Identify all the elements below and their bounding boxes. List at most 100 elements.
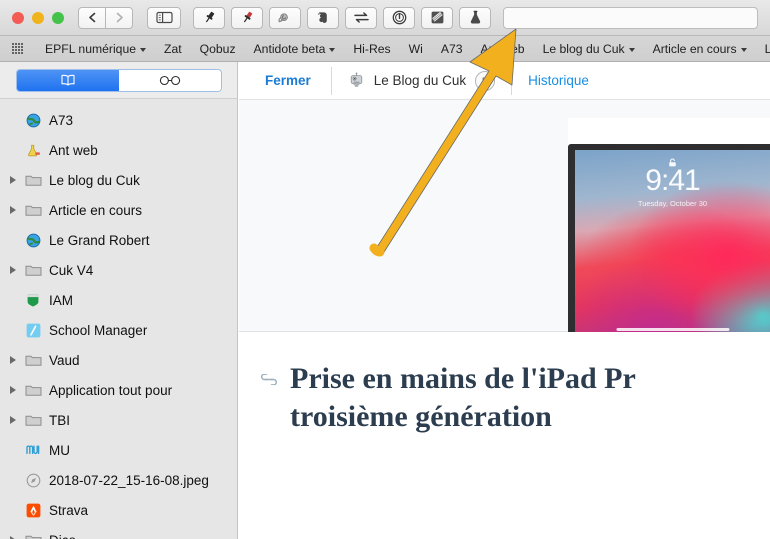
evernote-elephant-icon-button[interactable] [307,6,339,29]
sidebar-item-dico[interactable]: Dico [0,525,237,539]
close-reader-label: Fermer [265,73,311,88]
bookmark-zat[interactable]: Zat [155,42,191,56]
bookmark-wi[interactable]: Wi [400,42,432,56]
bookmark-hi-res[interactable]: Hi-Res [344,42,399,56]
sidebar-item-label: Le blog du Cuk [49,172,140,188]
sidebar-item-le-grand-robert[interactable]: Le Grand Robert [0,225,237,255]
bookmark-article-en-cours[interactable]: Article en cours [644,42,756,56]
disclosure-triangle[interactable] [6,356,20,364]
extension-toolbar-icons [193,6,491,29]
chevron-right-icon [114,11,125,24]
sidebar-item-cuk-v4[interactable]: Cuk V4 [0,255,237,285]
headline-line-2: troisième génération [290,400,552,434]
apps-grid-icon[interactable] [12,42,26,55]
sidebar-toggle-button[interactable] [147,6,181,29]
sidebar-item-label: 2018-07-22_15-16-08.jpeg [49,472,209,488]
devonthink-snail-icon [277,10,293,25]
link-icon[interactable] [260,373,278,386]
headline-text-block: Prise en mains de l'iPad Pr troisième gé… [290,360,636,437]
history-link[interactable]: Historique [512,67,605,95]
sidebar-item-ant-web[interactable]: Ant web [0,135,237,165]
sidebar-item-strava[interactable]: Strava [0,495,237,525]
bookmark-label: Hi-Res [353,41,391,56]
article-headline: Prise en mains de l'iPad Pr troisième gé… [239,360,770,437]
forward-button[interactable] [105,6,133,29]
chevron-down-icon [628,47,635,52]
close-reader-button[interactable]: Fermer [239,66,332,95]
pin-black-icon-button[interactable] [193,6,225,29]
sidebar-item-a73[interactable]: A73 [0,105,237,135]
swap-arrows-icon-button[interactable] [345,6,377,29]
traffic-lights [0,11,64,24]
bookmark-ant-web[interactable]: Ant web [472,42,534,56]
sidebar-toggle-group [147,6,181,29]
back-button[interactable] [78,6,106,29]
folder-icon [24,382,42,398]
bookmark-epfl-numerique[interactable]: EPFL numérique [36,42,155,56]
sidebar-item-article-en-cours[interactable]: Article en cours [0,195,237,225]
site-identity[interactable]: Le Blog du Cuk R [332,66,513,95]
navigation-buttons [78,6,133,29]
bookmark-label: Antidote beta [253,41,326,56]
flask-icon [469,10,482,25]
sidebar-item-label: TBI [49,412,71,428]
folder-icon [24,202,42,218]
reader-badge-label: R [481,75,489,86]
folder-icon [24,532,42,539]
sidebar-item-le-blog-du-cuk[interactable]: Le blog du Cuk [0,165,237,195]
bookmark-le-blog-du-cuk[interactable]: Le blog du Cuk [534,42,644,56]
close-window-button[interactable] [12,11,24,24]
pin-red-icon-button[interactable] [231,6,263,29]
chevron-down-icon [140,47,147,52]
reader-toolbar: Fermer Le Blog du Cuk R Historique [239,62,770,99]
sidebar-segmented-control[interactable] [15,68,222,92]
disclosure-triangle[interactable] [6,416,20,424]
headline-line-1: Prise en mains de l'iPad Pr [290,362,636,395]
sidebar-item-vaud[interactable]: Vaud [0,345,237,375]
sidebar-item-school-manager[interactable]: School Manager [0,315,237,345]
folder-icon [24,172,42,188]
swap-arrows-icon [353,11,370,24]
bookmark-le-gran[interactable]: Le Gran [756,42,770,56]
disclosure-triangle[interactable] [6,206,20,214]
reader-badge[interactable]: R [475,70,496,91]
sidebar-item-label: Application tout pour [49,382,173,398]
address-input[interactable] [504,7,757,28]
sidebar-item-tbi[interactable]: TBI [0,405,237,435]
disclosure-triangle[interactable] [6,176,20,184]
onepassword-icon-button[interactable] [383,6,415,29]
sidebar-item-iam[interactable]: IAM [0,285,237,315]
zoom-window-button[interactable] [52,11,64,24]
disclosure-triangle[interactable] [6,386,20,394]
flask-icon-button[interactable] [459,6,491,29]
bookmarks-sidebar: A73 Ant web Le blog du Cuk Article en co… [0,62,238,539]
sidebar-item-mu[interactable]: MU [0,435,237,465]
ipad-screen: 9:41 Tuesday, October 30 [575,150,770,337]
bookmark-antidote-beta[interactable]: Antidote beta [245,42,345,56]
chevron-down-icon [329,47,336,52]
sidebar-item-label: Vaud [49,352,80,368]
book-icon [60,74,76,86]
home-indicator [615,328,730,331]
sidebar-item-application-tout-pour[interactable]: Application tout pour [0,375,237,405]
bookmark-qobuz[interactable]: Qobuz [191,42,245,56]
lockscreen-time: 9:41 [645,164,700,197]
page-content-area: Fermer Le Blog du Cuk R Historique 9:41 … [239,62,770,539]
segment-reading-list[interactable] [118,69,221,91]
folder-icon [24,352,42,368]
safari-compass-icon [24,472,42,488]
sidebar-item-jpeg-file[interactable]: 2018-07-22_15-16-08.jpeg [0,465,237,495]
segment-bookmarks[interactable] [16,69,119,91]
glasses-icon [158,75,182,86]
sidebar-item-label: Le Grand Robert [49,232,150,248]
bookmark-a73[interactable]: A73 [432,42,472,56]
cuk-robot-icon [348,72,365,89]
minimize-window-button[interactable] [32,11,44,24]
address-bar[interactable] [503,6,758,29]
history-label: Historique [528,73,589,88]
ulysses-stack-icon-button[interactable] [421,6,453,29]
evernote-elephant-icon [316,10,330,25]
flask-icon [24,142,42,158]
disclosure-triangle[interactable] [6,266,20,274]
devonthink-snail-icon-button[interactable] [269,6,301,29]
